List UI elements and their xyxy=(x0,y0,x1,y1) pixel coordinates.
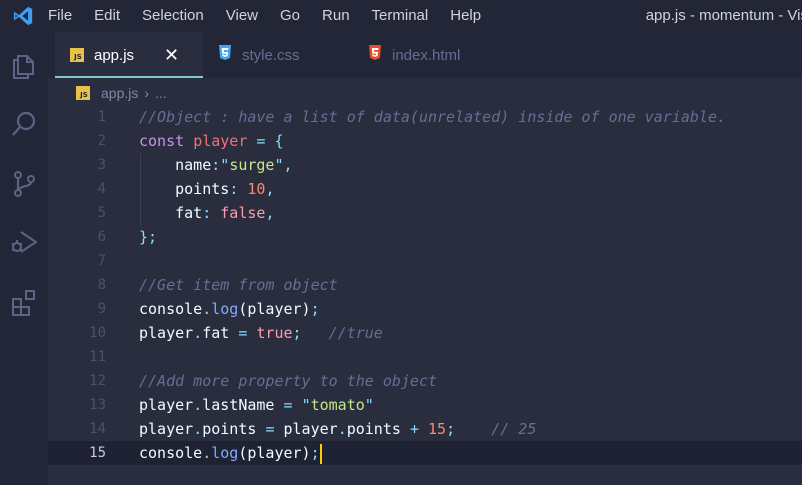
breadcrumb: JS app.js › ... xyxy=(76,82,167,104)
code-line[interactable]: 11 xyxy=(48,345,802,369)
activity-bar xyxy=(0,32,48,485)
html-file-icon xyxy=(368,45,382,65)
tab-bar: JS app.js ✕ style.css index.html xyxy=(48,32,802,78)
breadcrumb-file[interactable]: app.js xyxy=(101,85,138,101)
code-line[interactable]: 9 console.log(player); xyxy=(48,297,802,321)
line-number: 15 xyxy=(89,445,106,461)
line-number: 4 xyxy=(97,181,106,197)
js-file-icon: JS xyxy=(76,86,90,100)
source-control-icon[interactable] xyxy=(8,168,40,200)
menu-view[interactable]: View xyxy=(215,0,269,32)
line-number: 3 xyxy=(97,157,106,173)
code-line[interactable]: 8 //Get item from object xyxy=(48,273,802,297)
menu-terminal[interactable]: Terminal xyxy=(361,0,440,32)
run-debug-icon[interactable] xyxy=(8,226,40,258)
tab-label: index.html xyxy=(392,46,461,64)
code-text: //Object : have a list of data(unrelated… xyxy=(139,108,726,126)
code-line[interactable]: 7 xyxy=(48,249,802,273)
line-number: 8 xyxy=(97,277,106,293)
code-text: name:"surge", xyxy=(175,156,293,174)
menu-file[interactable]: File xyxy=(46,0,83,32)
close-icon[interactable]: ✕ xyxy=(164,45,179,66)
line-number: 9 xyxy=(97,301,106,317)
title-bar: File Edit Selection View Go Run Terminal… xyxy=(0,0,802,32)
css-file-icon xyxy=(218,45,232,65)
line-number: 10 xyxy=(89,325,106,341)
code-text: //Get item from object xyxy=(139,276,338,294)
line-number: 2 xyxy=(97,133,106,149)
code-line[interactable]: 13 player.lastName = "tomato" xyxy=(48,393,802,417)
code-line[interactable]: 6}; xyxy=(48,225,802,249)
code-line[interactable]: 3 name:"surge", xyxy=(48,153,802,177)
js-file-icon: JS xyxy=(70,48,84,62)
line-number: 13 xyxy=(89,397,106,413)
explorer-icon[interactable] xyxy=(8,50,40,82)
line-number: 11 xyxy=(89,349,106,365)
code-line[interactable]: 10 player.fat = true; //true xyxy=(48,321,802,345)
code-text: }; xyxy=(139,228,158,246)
code-line[interactable]: 1 //Object : have a list of data(unrelate… xyxy=(48,105,802,129)
code-text: player.fat = true; //true xyxy=(139,324,383,342)
line-number: 1 xyxy=(97,109,106,125)
tab-style-css[interactable]: style.css xyxy=(218,32,358,78)
line-number: 7 xyxy=(97,253,106,269)
code-line[interactable]: 4 points: 10, xyxy=(48,177,802,201)
vscode-logo-icon xyxy=(0,0,46,32)
code-line[interactable]: 2 const player = { xyxy=(48,129,802,153)
code-text: const player = { xyxy=(139,132,284,150)
code-text: points: 10, xyxy=(175,180,275,198)
menu-run[interactable]: Run xyxy=(311,0,361,32)
text-cursor xyxy=(319,443,322,464)
extensions-icon[interactable] xyxy=(8,286,40,318)
code-line[interactable]: 14 player.points = player.points + 15; //… xyxy=(48,417,802,441)
code-line[interactable]: 5 fat: false, xyxy=(48,201,802,225)
indent-guide xyxy=(140,153,141,225)
tab-index-html[interactable]: index.html xyxy=(368,32,528,78)
code-text: player.points = player.points + 15; // 2… xyxy=(139,420,537,438)
chevron-right-icon: › xyxy=(144,85,150,101)
code-text: console.log(player); xyxy=(139,443,322,464)
menu-help[interactable]: Help xyxy=(439,0,492,32)
code-text: console.log(player); xyxy=(139,300,320,318)
line-number: 14 xyxy=(89,421,106,437)
window-title: app.js - momentum - Vis xyxy=(645,7,802,24)
menu-go[interactable]: Go xyxy=(269,0,311,32)
code-editor[interactable]: 1 //Object : have a list of data(unrelate… xyxy=(48,104,802,485)
code-line[interactable]: 15 console.log(player); xyxy=(48,441,802,465)
menu-bar: File Edit Selection View Go Run Terminal… xyxy=(46,0,492,32)
line-number: 5 xyxy=(97,205,106,221)
tab-label: style.css xyxy=(242,46,300,64)
breadcrumb-rest[interactable]: ... xyxy=(155,85,167,101)
tab-app-js[interactable]: JS app.js ✕ xyxy=(55,32,203,78)
search-icon[interactable] xyxy=(8,108,40,140)
code-text: //Add more property to the object xyxy=(139,372,438,390)
menu-selection[interactable]: Selection xyxy=(131,0,215,32)
line-number: 12 xyxy=(89,373,106,389)
code-line[interactable]: 12 //Add more property to the object xyxy=(48,369,802,393)
line-number: 6 xyxy=(97,229,106,245)
code-text: player.lastName = "tomato" xyxy=(139,396,374,414)
tab-label: app.js xyxy=(94,46,135,64)
code-text: fat: false, xyxy=(175,204,275,222)
menu-edit[interactable]: Edit xyxy=(83,0,131,32)
